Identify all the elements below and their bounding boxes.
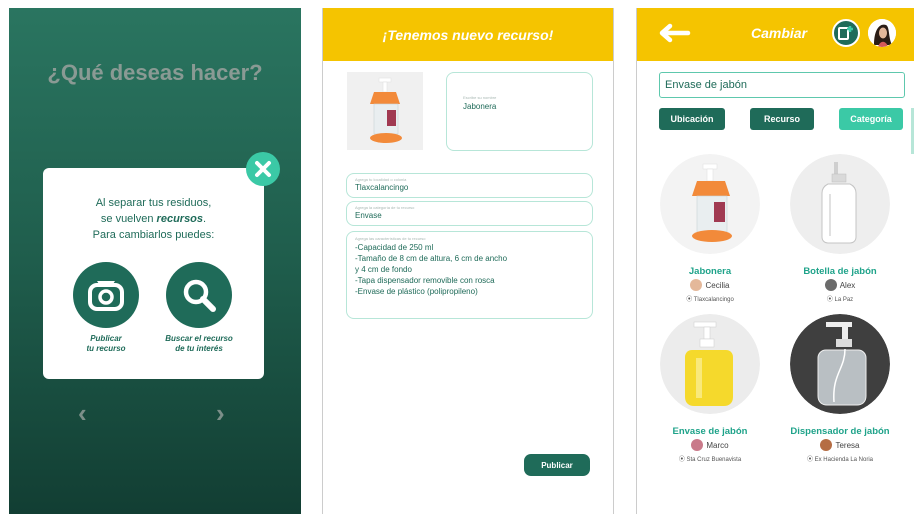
publish-resource-button[interactable]: Publicar tu recurso (61, 262, 151, 354)
features-text: -Capacidad de 250 ml -Tamaño de 8 cm de … (355, 242, 507, 297)
name-value: Jabonera (463, 102, 497, 111)
user-name: Cecilia (705, 280, 730, 290)
product-name: Envase de jabón (672, 426, 748, 437)
category-value: Envase (355, 211, 382, 220)
intro-emphasis: recursos (156, 213, 204, 225)
user-name: Marco (706, 440, 729, 450)
product-name: Botella de jabón (803, 266, 877, 277)
product-name: Dispensador de jabón (790, 426, 890, 437)
product-name: Jabonera (688, 266, 732, 277)
avatar (820, 439, 833, 451)
category-hint: Agrega la categoría de tu recurso (355, 205, 415, 210)
camera-icon (73, 262, 139, 328)
product-location: ⦿ Tlaxcalancingo (649, 294, 771, 303)
page-title: ¿Qué deseas hacer? (47, 60, 263, 85)
back-arrow-icon[interactable] (657, 23, 691, 48)
location-pin-icon: ⦿ (806, 457, 815, 463)
avatar (691, 439, 704, 451)
intro-prefix: se vuelven (100, 213, 157, 225)
location-value: Tlaxcalancingo (355, 183, 409, 192)
filter-category[interactable]: Categoría (839, 108, 903, 130)
publish-resource-label: Publicar tu recurso (61, 334, 151, 354)
publish-button[interactable]: Publicar (524, 454, 590, 476)
features-line: -Capacidad de 250 ml (355, 243, 434, 252)
header-title: ¡Tenemos nuevo recurso! (323, 8, 613, 61)
soap-dispenser-image (347, 72, 423, 150)
avatar (824, 279, 837, 291)
publish-label-line1: Publicar (90, 334, 122, 343)
close-button[interactable] (246, 152, 280, 186)
features-line: -Tapa dispensador removible con rosca (355, 276, 495, 285)
screen-new-resource: ¡Tenemos nuevo recurso! Escribe su nombr… (322, 8, 614, 514)
user-avatar[interactable] (868, 19, 896, 47)
close-icon (255, 161, 271, 177)
features-line: -Envase de plástico (polipropileno) (355, 287, 478, 296)
features-line: y 4 cm de fondo (355, 265, 412, 274)
intro-text: Al separar tus residuos, se vuelven recu… (43, 195, 264, 243)
search-resource-label: Buscar el recurso de tu interés (154, 334, 244, 354)
category-field[interactable]: Agrega la categoría de tu recurso Envase (346, 201, 593, 226)
next-arrow-icon[interactable]: › (216, 398, 225, 429)
intro-line-2: se vuelven recursos. (43, 211, 264, 227)
location-name: Sta Cruz Buenavista (686, 457, 742, 463)
options-card: Al separar tus residuos, se vuelven recu… (43, 168, 264, 379)
location-hint: Agrega tu localidad o colonia (355, 177, 407, 182)
filter-resource[interactable]: Recurso (750, 108, 814, 130)
product-location: ⦿ Sta Cruz Buenavista (649, 454, 771, 463)
product-user: Marco (649, 439, 771, 451)
location-name: Tlaxcalancingo (693, 297, 734, 303)
product-card[interactable]: Envase de jabón Marco ⦿ Sta Cruz Buenavi… (649, 314, 771, 463)
search-input[interactable] (659, 72, 905, 98)
user-name: Teresa (835, 440, 860, 450)
exchange-icon[interactable] (832, 19, 860, 47)
product-user: Alex (779, 279, 901, 291)
user-name: Alex (839, 280, 856, 290)
intro-line-1: Al separar tus residuos, (95, 197, 212, 209)
name-field[interactable]: Escribe su nombre Jabonera (446, 72, 593, 151)
search-resource-button[interactable]: Buscar el recurso de tu interés (154, 262, 244, 354)
features-hint: Agrega las características de tu recurso (355, 236, 426, 241)
product-card[interactable]: Jabonera Cecilia ⦿ Tlaxcalancingo (649, 154, 771, 303)
publish-label-line2: tu recurso (86, 344, 126, 353)
features-field[interactable]: Agrega las características de tu recurso… (346, 231, 593, 319)
product-location: ⦿ La Paz (779, 294, 901, 303)
product-card[interactable]: Botella de jabón Alex ⦿ La Paz (779, 154, 901, 303)
search-label-line2: de tu interés (175, 344, 223, 353)
location-field[interactable]: Agrega tu localidad o colonia Tlaxcalanc… (346, 173, 593, 198)
product-user: Cecilia (649, 279, 771, 291)
name-hint: Escribe su nombre (463, 95, 497, 100)
magnifier-icon (166, 262, 232, 328)
header-bar: Cambiar (637, 8, 914, 61)
product-image (660, 314, 760, 414)
scrollbar[interactable] (911, 108, 914, 154)
product-location: ⦿ Ex Hacienda La Noria (779, 454, 901, 463)
intro-line-3: Para cambiarlos puedes: (92, 229, 215, 241)
features-line: -Tamaño de 8 cm de altura, 6 cm de ancho (355, 254, 508, 263)
prev-arrow-icon[interactable]: ‹ (78, 398, 87, 429)
search-label-line1: Buscar el recurso (165, 334, 233, 343)
resource-photo[interactable] (347, 72, 423, 150)
product-card[interactable]: Dispensador de jabón Teresa ⦿ Ex Haciend… (779, 314, 901, 463)
avatar (690, 279, 703, 291)
header-title: Cambiar (751, 25, 808, 41)
screen-what-to-do: ¿Qué deseas hacer? Al separar tus residu… (9, 8, 301, 514)
screen-exchange: Cambiar Ubicación Recurso Categoría (636, 8, 914, 514)
product-image (790, 154, 890, 254)
location-name: La Paz (834, 297, 854, 303)
product-user: Teresa (779, 439, 901, 451)
location-pin-icon: ⦿ (686, 297, 694, 303)
location-name: Ex Hacienda La Noria (814, 457, 874, 463)
product-image (660, 154, 760, 254)
filter-location[interactable]: Ubicación (659, 108, 725, 130)
product-image (790, 314, 890, 414)
intro-suffix: . (203, 213, 207, 225)
